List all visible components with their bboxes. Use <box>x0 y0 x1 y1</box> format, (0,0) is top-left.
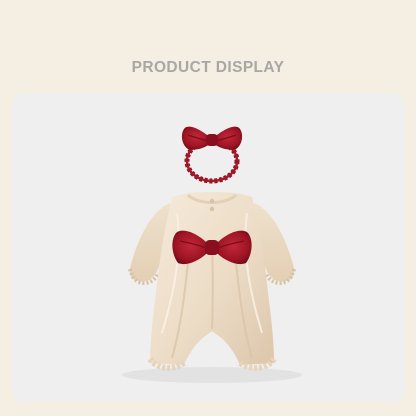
romper <box>128 192 296 371</box>
product-display-card <box>12 93 404 402</box>
product-photo <box>122 126 302 383</box>
headband-bow <box>181 126 243 150</box>
headband <box>181 126 243 184</box>
page-title: PRODUCT DISPLAY <box>131 59 285 76</box>
page-header: PRODUCT DISPLAY <box>0 0 416 92</box>
